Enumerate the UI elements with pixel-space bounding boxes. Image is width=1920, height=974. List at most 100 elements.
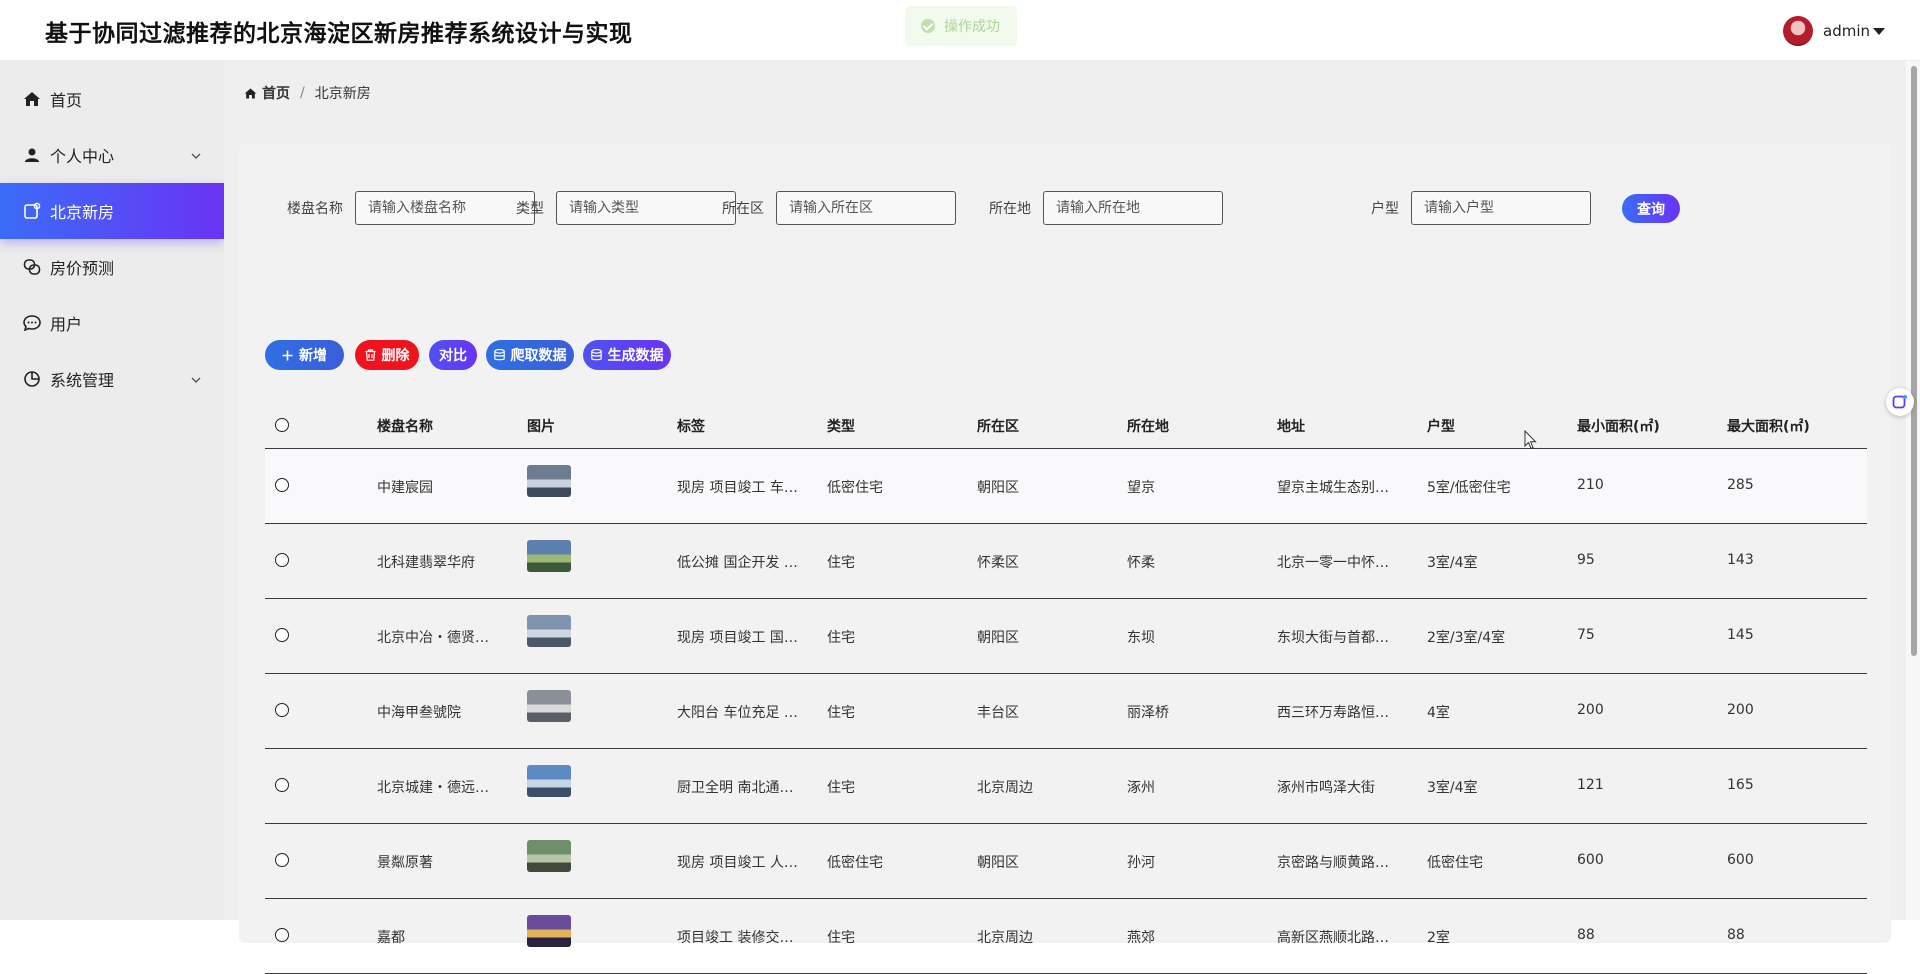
cell-location: 孙河 <box>1127 855 1155 871</box>
breadcrumb: 首页 / 北京新房 <box>244 83 371 103</box>
column-header: 图片 <box>527 419 555 435</box>
query-button[interactable]: 查询 <box>1622 194 1680 223</box>
search-label: 楼盘名称 <box>287 201 343 217</box>
building-thumbnail[interactable] <box>527 540 571 572</box>
crawl-data-button-label[interactable]: 爬取数据 <box>511 345 567 365</box>
cell-name: 嘉都 <box>377 930 405 946</box>
sidebar-item-system-management[interactable]: 系统管理 <box>0 351 224 407</box>
cell-min-area: 95 <box>1577 552 1595 568</box>
search-field-location: 所在地 <box>989 191 1223 225</box>
search-input-location[interactable] <box>1043 191 1223 225</box>
breadcrumb-current: 北京新房 <box>314 86 371 102</box>
delete-button-label[interactable]: 删除 <box>382 345 410 365</box>
column-header: 最大面积(㎡) <box>1727 419 1810 435</box>
database-icon <box>493 349 505 361</box>
sidebar-item-price-prediction[interactable]: 房价预测 <box>0 239 224 295</box>
table-row[interactable]: 嘉都 项目竣工 装修交… 住宅 北京周边 燕郊 高新区燕顺北路… 2室 88 88 <box>265 899 1867 974</box>
table-row[interactable]: 中建宸园 现房 项目竣工 车… 低密住宅 朝阳区 望京 望京主城生态别… 5室/低密住宅 21… <box>265 449 1867 524</box>
row-select-radio[interactable] <box>275 478 289 492</box>
search-input-name[interactable] <box>355 191 535 225</box>
cell-min-area: 121 <box>1577 777 1604 793</box>
building-thumbnail[interactable] <box>527 690 571 722</box>
breadcrumb-home[interactable]: 首页 <box>244 83 290 103</box>
table-row[interactable]: 北京城建・德远… 厨卫全明 南北通… 住宅 北京周边 涿州 涿州市鸣泽大街 3室/4室 121… <box>265 749 1867 824</box>
table-row[interactable]: 北京中冶・德贤… 现房 项目竣工 国… 住宅 朝阳区 东坝 东坝大街与首都… 2室/3室/4… <box>265 599 1867 674</box>
building-thumbnail[interactable] <box>527 840 571 872</box>
row-select-radio[interactable] <box>275 628 289 642</box>
building-thumbnail[interactable] <box>527 765 571 797</box>
compare-button[interactable]: 对比 <box>429 340 477 370</box>
delete-button[interactable]: 删除 <box>355 340 419 370</box>
home-icon <box>22 89 42 109</box>
cell-address: 高新区燕顺北路… <box>1277 930 1389 946</box>
generate-data-button[interactable]: 生成数据 <box>583 340 671 370</box>
scrollbar-thumb[interactable] <box>1911 66 1917 656</box>
search-field-name: 楼盘名称 <box>287 191 535 225</box>
breadcrumb-home-label[interactable]: 首页 <box>262 83 290 103</box>
sidebar-item-beijing-new-homes[interactable]: 北京新房 <box>0 183 224 239</box>
user-icon <box>22 145 42 165</box>
search-label: 类型 <box>516 201 544 217</box>
sidebar-item-home[interactable]: 首页 <box>0 71 224 127</box>
chevron-down-icon <box>190 371 202 390</box>
house-doc-icon <box>22 201 42 221</box>
column-header: 所在地 <box>1127 419 1169 435</box>
toast-message: 操作成功 <box>944 19 1000 35</box>
caret-down-icon[interactable] <box>1873 27 1885 35</box>
building-thumbnail[interactable] <box>527 465 571 497</box>
cell-layout: 低密住宅 <box>1427 855 1483 871</box>
cell-district: 朝阳区 <box>977 630 1019 646</box>
row-select-radio[interactable] <box>275 778 289 792</box>
sidebar-item-label: 系统管理 <box>50 371 115 390</box>
search-input-type[interactable] <box>556 191 736 225</box>
sidebar: 首页 个人中心 北京新房 房价预测 用户 系统管理 <box>0 61 224 920</box>
cell-district: 朝阳区 <box>977 480 1019 496</box>
row-select-radio[interactable] <box>275 853 289 867</box>
column-header[interactable]: 楼盘名称 <box>377 416 433 436</box>
database-icon <box>590 349 602 361</box>
user-menu[interactable]: admin <box>1783 16 1885 46</box>
sidebar-item-label: 用户 <box>50 315 83 334</box>
cell-tags: 现房 项目竣工 人… <box>677 855 798 871</box>
username[interactable]: admin <box>1823 22 1870 40</box>
cell-max-area: 165 <box>1727 777 1754 793</box>
add-button[interactable]: 新增 <box>265 340 344 370</box>
cell-tags: 低公摊 国企开发 … <box>677 555 798 571</box>
generate-data-button-label[interactable]: 生成数据 <box>608 345 664 365</box>
check-circle-icon <box>921 19 935 33</box>
search-label: 户型 <box>1371 201 1399 217</box>
cell-name: 中海甲叁號院 <box>377 705 461 721</box>
table-row[interactable]: 北科建翡翠华府 低公摊 国企开发 … 住宅 怀柔区 怀柔 北京一零一中怀… 3室/4室 95 1… <box>265 524 1867 599</box>
houses-table: 楼盘名称 图片 标签 类型 所在区 所在地 地址 户型 最小面积(㎡) 最大面积… <box>265 401 1867 974</box>
cell-layout: 2室 <box>1427 930 1450 946</box>
cell-address: 望京主城生态别… <box>1277 480 1389 496</box>
search-input-layout[interactable] <box>1411 191 1591 225</box>
assistant-float-button[interactable] <box>1886 388 1914 416</box>
building-thumbnail[interactable] <box>527 615 571 647</box>
column-header: 最小面积(㎡) <box>1577 419 1660 435</box>
cell-layout: 3室/4室 <box>1427 555 1478 571</box>
search-field-layout: 户型 <box>1371 191 1591 225</box>
cell-type: 住宅 <box>827 630 855 646</box>
add-button-label[interactable]: 新增 <box>299 345 327 365</box>
chat-bubble-icon <box>22 313 42 333</box>
row-select-radio[interactable] <box>275 553 289 567</box>
avatar[interactable] <box>1783 16 1813 46</box>
search-label: 所在地 <box>989 201 1031 217</box>
select-all-radio[interactable] <box>275 418 289 432</box>
sidebar-item-users[interactable]: 用户 <box>0 295 224 351</box>
search-input-district[interactable] <box>776 191 956 225</box>
crawl-data-button[interactable]: 爬取数据 <box>486 340 574 370</box>
table-row[interactable]: 中海甲叁號院 大阳台 车位充足 … 住宅 丰台区 丽泽桥 西三环万寿路恒… 4室 200 200 <box>265 674 1867 749</box>
cell-layout: 4室 <box>1427 705 1450 721</box>
column-header: 地址 <box>1277 419 1305 435</box>
cell-tags: 大阳台 车位充足 … <box>677 705 798 721</box>
table-header: 楼盘名称 图片 标签 类型 所在区 所在地 地址 户型 最小面积(㎡) 最大面积… <box>265 401 1867 449</box>
cell-min-area: 200 <box>1577 702 1604 718</box>
table-row[interactable]: 景粼原著 现房 项目竣工 人… 低密住宅 朝阳区 孙河 京密路与顺黄路… 低密住宅 600 60… <box>265 824 1867 899</box>
cell-district: 北京周边 <box>977 930 1033 946</box>
row-select-radio[interactable] <box>275 928 289 942</box>
sidebar-item-profile[interactable]: 个人中心 <box>0 127 224 183</box>
cell-max-area: 88 <box>1727 927 1745 943</box>
row-select-radio[interactable] <box>275 703 289 717</box>
